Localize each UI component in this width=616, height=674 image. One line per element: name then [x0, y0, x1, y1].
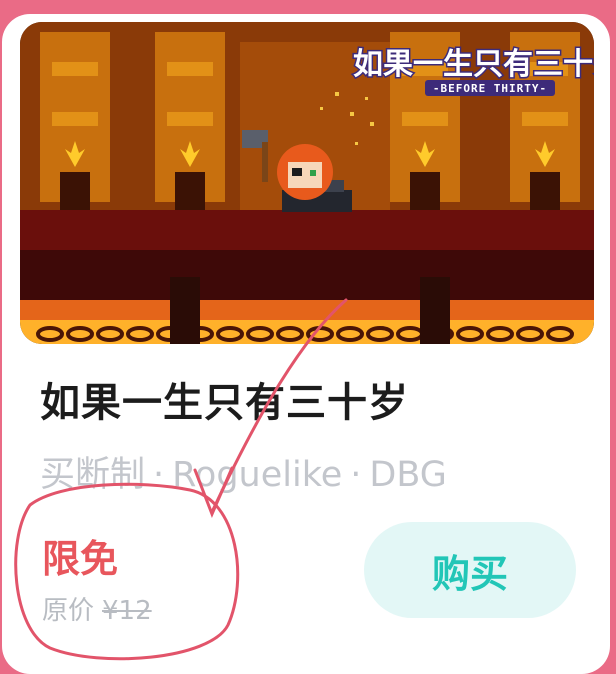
tag-separator: ·	[350, 455, 362, 495]
free-badge: 限免	[42, 537, 119, 581]
tag-type: DBG	[369, 455, 447, 495]
game-tags: 买断制 · Roguelike · DBG	[40, 446, 447, 497]
original-price-label: 原价	[42, 596, 95, 626]
svg-text:-BEFORE THIRTY-: -BEFORE THIRTY-	[433, 82, 547, 95]
tag-genre: Roguelike	[172, 455, 343, 495]
game-title[interactable]: 如果一生只有三十岁	[40, 370, 409, 428]
game-banner-image[interactable]: 如果一生只有三十岁 -BEFORE THIRTY-	[20, 22, 594, 344]
original-price-value: ¥12	[102, 596, 152, 626]
buy-button[interactable]: 购买	[364, 522, 576, 618]
tag-separator: ·	[153, 455, 165, 495]
pixel-art-scene: 如果一生只有三十岁 -BEFORE THIRTY-	[20, 22, 594, 344]
original-price: 原价 ¥12	[42, 590, 152, 627]
tag-purchase-type: 买断制	[40, 455, 146, 495]
game-card[interactable]: 如果一生只有三十岁 -BEFORE THIRTY- 如果一生只有三十岁 买断制·…	[2, 14, 610, 674]
svg-text:如果一生只有三十岁: 如果一生只有三十岁	[353, 47, 594, 82]
